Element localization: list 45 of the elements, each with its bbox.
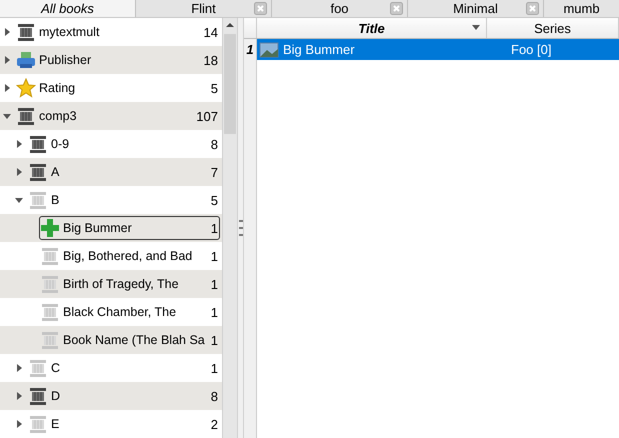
expand-arrow-icon[interactable] [3, 28, 11, 36]
pillar-icon [40, 274, 60, 294]
column-header[interactable]: Series [487, 18, 619, 38]
star-icon [16, 78, 36, 98]
series-cell: Foo [0] [511, 42, 552, 57]
pillar-icon [16, 106, 36, 126]
sort-caret-icon [472, 25, 480, 30]
pillar-icon [28, 358, 48, 378]
tree-item[interactable]: 0-9 8 [27, 132, 220, 156]
table-row[interactable]: Big Bummer Foo [0] [257, 39, 619, 60]
tab[interactable]: All books [0, 0, 136, 17]
printer-icon [16, 50, 36, 70]
expand-arrow-icon[interactable] [3, 84, 11, 92]
cover-icon [259, 42, 279, 58]
splitter-handle[interactable] [237, 18, 244, 438]
collapse-arrow-icon[interactable] [15, 196, 23, 204]
column-header[interactable]: Title [257, 18, 487, 38]
tree-item[interactable]: Big, Bothered, and Bad 1 [39, 244, 220, 268]
row-number: 1 [244, 39, 257, 60]
title-cell: Big Bummer [283, 42, 355, 57]
plus-icon [40, 218, 60, 238]
expand-arrow-icon[interactable] [15, 168, 23, 176]
pillar-icon [28, 162, 48, 182]
pillar-icon [16, 22, 36, 42]
pillar-icon [28, 386, 48, 406]
pillar-icon [28, 414, 48, 434]
tree-item[interactable]: E 2 [27, 412, 220, 436]
tree-item[interactable]: C 1 [27, 356, 220, 380]
expand-arrow-icon[interactable] [15, 392, 23, 400]
expand-arrow-icon[interactable] [15, 140, 23, 148]
pillar-icon [40, 246, 60, 266]
collapse-arrow-icon[interactable] [3, 112, 11, 120]
pillar-icon [40, 302, 60, 322]
tree-item[interactable]: B 5 [27, 188, 220, 212]
expand-arrow-icon[interactable] [15, 420, 23, 428]
pillar-icon [40, 330, 60, 350]
tree-item[interactable]: Black Chamber, The 1 [39, 300, 220, 324]
pillar-icon [28, 190, 48, 210]
scrollbar[interactable] [222, 18, 237, 438]
expand-arrow-icon[interactable] [15, 364, 23, 372]
tree-item[interactable]: mytextmult 14 [15, 20, 220, 44]
tree-item[interactable]: Rating 5 [15, 76, 220, 100]
expand-arrow-icon[interactable] [3, 56, 11, 64]
tree-item[interactable]: Big Bummer 1 [39, 216, 220, 240]
pillar-icon [28, 134, 48, 154]
